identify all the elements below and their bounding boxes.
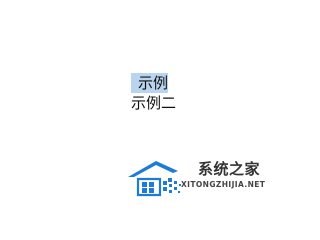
selected-text[interactable]: 示例 — [131, 73, 169, 93]
brand-name-en: XITONGZHIJIA.NET — [181, 180, 266, 189]
document-text[interactable]: 示例 示例二 — [131, 73, 176, 113]
text-line-1[interactable]: 示例 — [131, 73, 176, 93]
brand-name-cn: 系统之家 — [198, 160, 261, 178]
text-line-2[interactable]: 示例二 — [131, 93, 176, 113]
document-page: 示例 示例二 系统之家 XITONGZHIJIA.NET — [0, 0, 290, 206]
house-logo-icon — [128, 161, 181, 197]
watermark-logo: 系统之家 XITONGZHIJIA.NET — [126, 155, 281, 200]
